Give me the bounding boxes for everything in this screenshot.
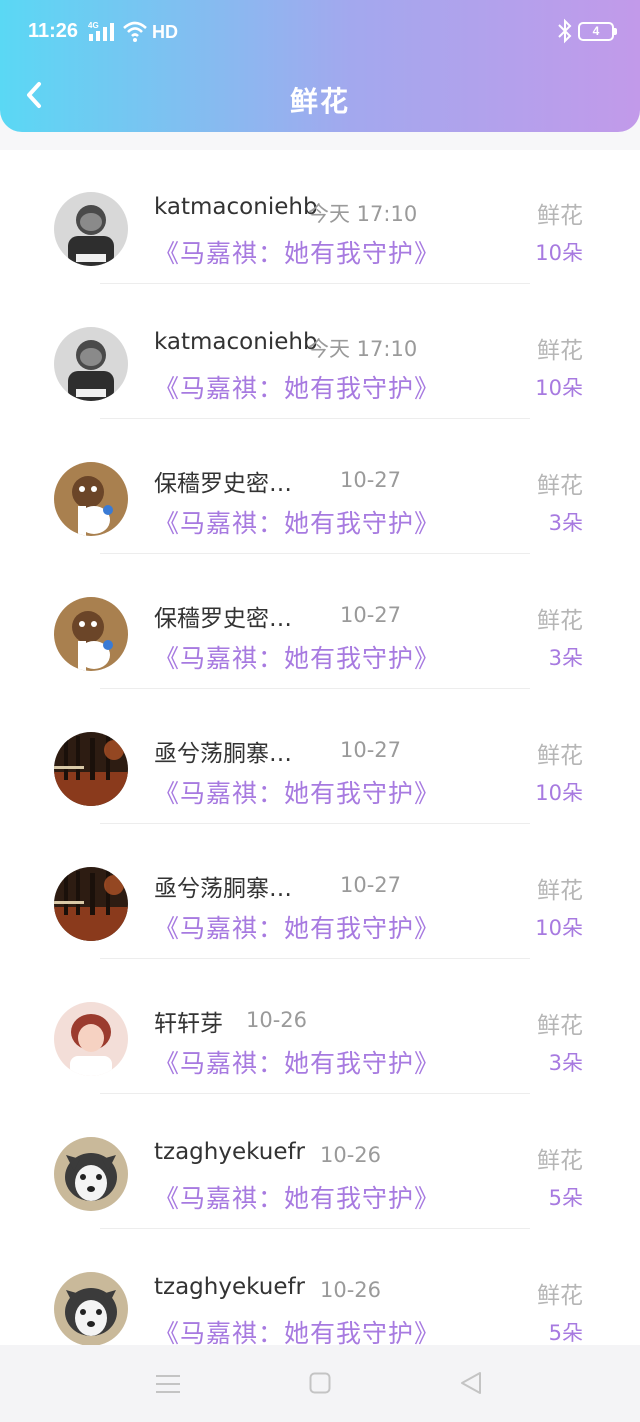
sender-name: 保穡罗史密… xyxy=(154,606,292,632)
status-bar: 11:26 4G HD 4 xyxy=(0,0,640,64)
flower-gift-list: katmaconiehb 今天 17:10 鲜花 《马嘉祺：她有我守护》 10朵… xyxy=(0,150,640,1345)
sent-time: 10-26 xyxy=(320,1143,382,1167)
avatar[interactable] xyxy=(54,732,128,806)
sent-time: 10-27 xyxy=(340,873,402,897)
gift-label: 鲜花 xyxy=(537,1283,583,1309)
bluetooth-icon xyxy=(558,18,572,44)
avatar[interactable] xyxy=(54,462,128,536)
sender-name: 亟兮荡胴寨… xyxy=(154,741,292,767)
app-header: 11:26 4G HD 4 鲜花 xyxy=(0,0,640,132)
gift-count: 5朵 xyxy=(548,1186,583,1210)
list-item[interactable]: 轩轩芽 10-26 鲜花 《马嘉祺：她有我守护》 3朵 xyxy=(0,960,640,1095)
sent-time: 10-26 xyxy=(320,1278,382,1302)
list-item[interactable]: 亟兮荡胴寨… 10-27 鲜花 《马嘉祺：她有我守护》 10朵 xyxy=(0,690,640,825)
gift-label: 鲜花 xyxy=(537,1013,583,1039)
gift-label: 鲜花 xyxy=(537,878,583,904)
gift-label: 鲜花 xyxy=(537,203,583,229)
list-item[interactable]: katmaconiehb 今天 17:10 鲜花 《马嘉祺：她有我守护》 10朵 xyxy=(0,150,640,285)
signal-icon: 4G xyxy=(88,21,114,41)
network-label: 4G xyxy=(88,21,99,30)
avatar[interactable] xyxy=(54,597,128,671)
menu-icon[interactable] xyxy=(155,1373,181,1395)
book-title[interactable]: 《马嘉祺：她有我守护》 xyxy=(154,1314,440,1345)
page-title: 鲜花 xyxy=(289,85,350,118)
book-title[interactable]: 《马嘉祺：她有我守护》 xyxy=(154,639,440,675)
battery-icon: 4 xyxy=(578,22,617,41)
sent-time: 10-27 xyxy=(340,468,402,492)
sender-name: tzaghyekuefr xyxy=(154,1274,306,1300)
sender-name: 保穡罗史密… xyxy=(154,471,292,497)
gift-count: 10朵 xyxy=(535,781,583,805)
sender-name: tzaghyekuefr xyxy=(154,1139,306,1165)
avatar[interactable] xyxy=(54,192,128,266)
divider xyxy=(100,283,530,284)
gift-count: 3朵 xyxy=(548,511,583,535)
sent-time: 今天 17:10 xyxy=(308,337,418,361)
avatar[interactable] xyxy=(54,1002,128,1076)
gift-count: 3朵 xyxy=(548,646,583,670)
gift-count: 10朵 xyxy=(535,916,583,940)
gift-count: 5朵 xyxy=(548,1321,583,1345)
book-title[interactable]: 《马嘉祺：她有我守护》 xyxy=(154,774,440,810)
book-title[interactable]: 《马嘉祺：她有我守护》 xyxy=(154,1044,440,1080)
gift-label: 鲜花 xyxy=(537,608,583,634)
list-item[interactable]: katmaconiehb 今天 17:10 鲜花 《马嘉祺：她有我守护》 10朵 xyxy=(0,285,640,420)
list-item[interactable]: 亟兮荡胴寨… 10-27 鲜花 《马嘉祺：她有我守护》 10朵 xyxy=(0,825,640,960)
book-title[interactable]: 《马嘉祺：她有我守护》 xyxy=(154,369,440,405)
list-item[interactable]: tzaghyekuefr 10-26 鲜花 《马嘉祺：她有我守护》 5朵 xyxy=(0,1095,640,1230)
sent-time: 10-26 xyxy=(246,1008,308,1032)
avatar[interactable] xyxy=(54,327,128,401)
sent-time: 10-27 xyxy=(340,603,402,627)
gift-label: 鲜花 xyxy=(537,743,583,769)
divider xyxy=(100,1228,530,1229)
divider xyxy=(100,688,530,689)
book-title[interactable]: 《马嘉祺：她有我守护》 xyxy=(154,909,440,945)
home-square-icon[interactable] xyxy=(309,1372,331,1394)
book-title[interactable]: 《马嘉祺：她有我守护》 xyxy=(154,234,440,270)
sender-name: 亟兮荡胴寨… xyxy=(154,876,292,902)
gift-count: 10朵 xyxy=(535,241,583,265)
gift-count: 3朵 xyxy=(548,1051,583,1075)
divider xyxy=(100,418,530,419)
system-nav-bar xyxy=(0,1345,640,1422)
gift-label: 鲜花 xyxy=(537,338,583,364)
divider xyxy=(100,958,530,959)
avatar[interactable] xyxy=(54,1137,128,1211)
sender-name: katmaconiehb xyxy=(154,329,318,355)
sent-time: 今天 17:10 xyxy=(308,202,418,226)
book-title[interactable]: 《马嘉祺：她有我守护》 xyxy=(154,1179,440,1215)
gift-count: 10朵 xyxy=(535,376,583,400)
sent-time: 10-27 xyxy=(340,738,402,762)
sender-name: 轩轩芽 xyxy=(154,1011,223,1037)
divider xyxy=(100,1093,530,1094)
gift-label: 鲜花 xyxy=(537,473,583,499)
divider xyxy=(100,823,530,824)
wifi-icon xyxy=(123,21,147,42)
sender-name: katmaconiehb xyxy=(154,194,318,220)
avatar[interactable] xyxy=(54,1272,128,1345)
divider xyxy=(100,553,530,554)
list-item[interactable]: 保穡罗史密… 10-27 鲜花 《马嘉祺：她有我守护》 3朵 xyxy=(0,420,640,555)
status-time: 11:26 xyxy=(28,20,79,42)
hd-label: HD xyxy=(152,22,178,42)
book-title[interactable]: 《马嘉祺：她有我守护》 xyxy=(154,504,440,540)
avatar[interactable] xyxy=(54,867,128,941)
gift-label: 鲜花 xyxy=(537,1148,583,1174)
list-item[interactable]: 保穡罗史密… 10-27 鲜花 《马嘉祺：她有我守护》 3朵 xyxy=(0,555,640,690)
list-item[interactable]: tzaghyekuefr 10-26 鲜花 《马嘉祺：她有我守护》 5朵 xyxy=(0,1230,640,1345)
back-triangle-icon[interactable] xyxy=(458,1370,484,1396)
